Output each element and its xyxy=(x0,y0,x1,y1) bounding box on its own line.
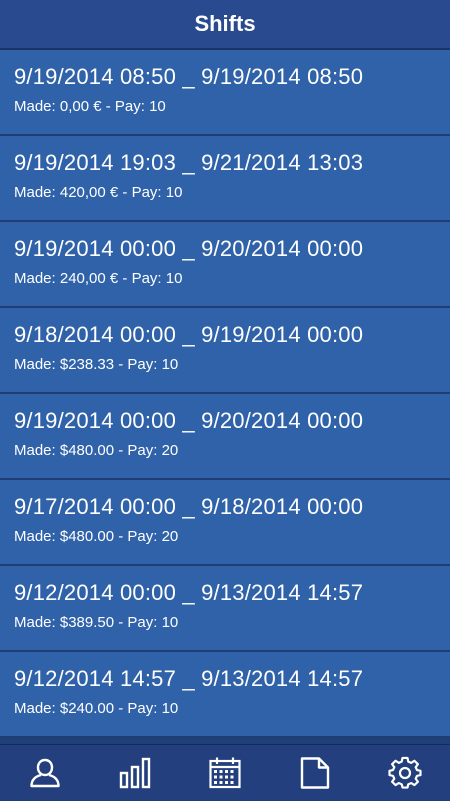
document-icon xyxy=(300,756,330,789)
shift-row[interactable]: 9/17/2014 00:00 _ 9/18/2014 00:00 Made: … xyxy=(0,480,450,566)
calendar-icon xyxy=(209,757,241,788)
page-title: Shifts xyxy=(194,11,256,36)
shift-row[interactable]: 9/19/2014 00:00 _ 9/20/2014 00:00 Made: … xyxy=(0,394,450,480)
shift-earnings: Made: 240,00 € - Pay: 10 xyxy=(14,270,183,287)
shift-row[interactable]: 9/12/2014 00:00 _ 9/13/2014 14:57 Made: … xyxy=(0,566,450,652)
shift-time-range: 9/17/2014 00:00 _ 9/18/2014 00:00 xyxy=(14,494,364,519)
shift-row[interactable]: 9/19/2014 00:00 _ 9/20/2014 00:00 Made: … xyxy=(0,222,450,308)
shift-earnings: Made: 0,00 € - Pay: 10 xyxy=(14,98,166,115)
shift-time-range: 9/18/2014 00:00 _ 9/19/2014 00:00 xyxy=(14,322,364,347)
shift-time-range: 9/19/2014 00:00 _ 9/20/2014 00:00 xyxy=(14,408,364,433)
shift-earnings: Made: $389.50 - Pay: 10 xyxy=(14,614,179,631)
tab-settings[interactable] xyxy=(370,745,440,801)
person-icon xyxy=(30,758,60,787)
shift-earnings: Made: $238.33 - Pay: 10 xyxy=(14,356,179,373)
shift-earnings: Made: $240.00 - Pay: 10 xyxy=(14,700,179,717)
tab-statistics[interactable] xyxy=(100,745,170,801)
shift-time-range: 9/19/2014 08:50 _ 9/19/2014 08:50 xyxy=(14,64,364,89)
shift-earnings: Made: $480.00 - Pay: 20 xyxy=(14,528,179,545)
shift-time-range: 9/12/2014 00:00 _ 9/13/2014 14:57 xyxy=(14,580,364,605)
tab-reports[interactable] xyxy=(280,745,350,801)
tab-calendar[interactable] xyxy=(190,745,260,801)
shift-row[interactable]: 9/12/2014 14:57 _ 9/13/2014 14:57 Made: … xyxy=(0,652,450,738)
shift-row[interactable]: 9/19/2014 08:50 _ 9/19/2014 08:50 Made: … xyxy=(0,50,450,136)
gear-icon xyxy=(388,756,422,789)
bottom-tab-bar xyxy=(0,744,450,800)
shift-time-range: 9/19/2014 19:03 _ 9/21/2014 13:03 xyxy=(14,150,364,175)
shift-time-range: 9/12/2014 14:57 _ 9/13/2014 14:57 xyxy=(14,666,364,691)
shift-time-range: 9/19/2014 00:00 _ 9/20/2014 00:00 xyxy=(14,236,364,261)
title-bar: Shifts xyxy=(0,0,450,50)
bar-chart-icon xyxy=(119,757,151,788)
tab-profile[interactable] xyxy=(10,745,80,801)
shift-earnings: Made: 420,00 € - Pay: 10 xyxy=(14,184,183,201)
shift-list[interactable]: 9/19/2014 08:50 _ 9/19/2014 08:50 Made: … xyxy=(0,50,450,744)
shift-row[interactable]: 9/18/2014 00:00 _ 9/19/2014 00:00 Made: … xyxy=(0,308,450,394)
shift-row[interactable]: 9/19/2014 19:03 _ 9/21/2014 13:03 Made: … xyxy=(0,136,450,222)
shift-earnings: Made: $480.00 - Pay: 20 xyxy=(14,442,179,459)
